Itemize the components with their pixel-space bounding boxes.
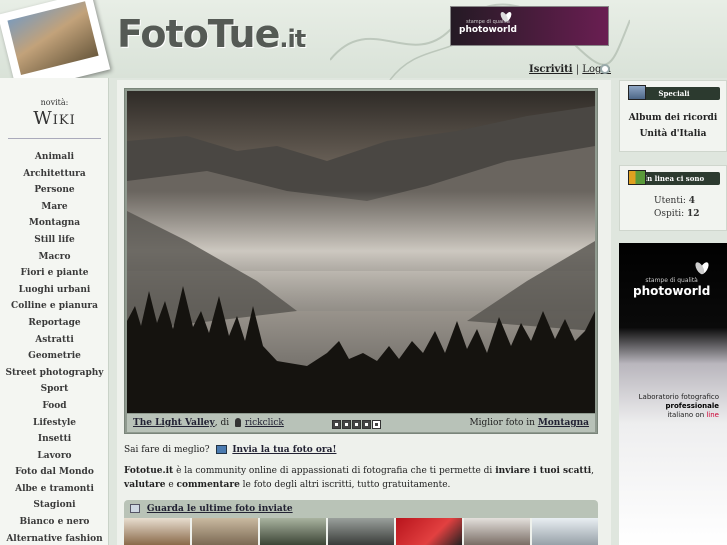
photoworld-flower-icon	[695, 262, 709, 275]
top-banner-ad[interactable]: stampe di qualità photoworld	[450, 6, 609, 46]
category-link[interactable]: Reportage	[0, 315, 109, 332]
upload-photo-icon[interactable]	[216, 445, 228, 454]
photo-thumbnail[interactable]	[124, 518, 190, 545]
sidebar-divider	[8, 138, 101, 139]
category-list: Animali Architettura Persone Mare Montagna St…	[0, 149, 109, 545]
site-logo[interactable]: FotoTue.it	[117, 12, 306, 56]
user-icon	[235, 418, 242, 427]
register-link[interactable]: Iscriviti	[529, 64, 573, 75]
online-users-box: In linea ci sono Utenti: 4 Ospiti: 12	[619, 165, 727, 231]
site-description: Fototue.it è la community online di appa…	[124, 466, 595, 490]
rating-star-icon	[372, 420, 381, 429]
category-link[interactable]: Albe e tramonti	[0, 481, 109, 498]
category-link[interactable]: Fiori e piante	[0, 265, 109, 282]
wiki-link[interactable]: Wiki	[0, 108, 109, 129]
photo-thumbnail[interactable]	[192, 518, 258, 545]
side-banner-text: Laboratorio fotografico professionale it…	[638, 393, 719, 419]
gallery-icon	[130, 504, 140, 513]
category-link[interactable]: Geometrie	[0, 348, 109, 365]
photo-title-link[interactable]: The Light Valley	[133, 418, 215, 428]
photo-thumbnail[interactable]	[260, 518, 326, 545]
rating-star-icon	[362, 420, 371, 429]
specials-box: Speciali Album dei ricordi Unità d'Itali…	[619, 80, 727, 152]
auth-separator: |	[575, 64, 580, 75]
category-link[interactable]: Sport	[0, 381, 109, 398]
photo-thumbnail[interactable]	[328, 518, 394, 545]
special-link-italia[interactable]: Unità d'Italia	[620, 129, 726, 139]
online-guests-count: Ospiti: 12	[654, 209, 700, 219]
online-users-icon	[628, 170, 646, 185]
category-link[interactable]: Bianco e nero	[0, 514, 109, 531]
side-banner-ad[interactable]: stampe di qualità photoworld Laboratorio…	[619, 243, 727, 545]
photo-album-icon	[628, 85, 646, 100]
photo-by-text: , di	[214, 418, 230, 428]
category-link[interactable]: Lifestyle	[0, 415, 109, 432]
wiki-new-label: novità:	[40, 98, 69, 107]
photoworld-flower-icon	[500, 12, 512, 22]
category-link[interactable]: Food	[0, 398, 109, 415]
online-users-count: Utenti: 4	[654, 196, 695, 206]
main-content: The Light Valley, di rickclick Miglior f…	[117, 80, 611, 545]
category-link[interactable]: Animali	[0, 149, 109, 166]
category-link[interactable]: Alternative fashion	[0, 531, 109, 545]
cta-question: Sai fare di meglio?	[124, 445, 210, 455]
login-toggle-icon[interactable]	[600, 64, 610, 74]
category-link[interactable]: Montagna	[0, 215, 109, 232]
best-photo-label: Miglior foto in Montagna	[469, 418, 589, 428]
category-link[interactable]: Luoghi urbani	[0, 282, 109, 299]
category-link[interactable]: Lavoro	[0, 448, 109, 465]
auth-links: Iscriviti | Login	[529, 64, 611, 75]
photo-thumbnail[interactable]	[532, 518, 598, 545]
photo-author-link[interactable]: rickclick	[245, 418, 284, 428]
category-link[interactable]: Macro	[0, 249, 109, 266]
category-link[interactable]: Astratti	[0, 332, 109, 349]
rating-star-icon	[342, 420, 351, 429]
latest-thumbnails	[124, 518, 598, 545]
cta-line: Sai fare di meglio? Invia la tua foto or…	[124, 445, 336, 455]
category-link[interactable]: Colline e pianura	[0, 298, 109, 315]
category-link[interactable]: Mare	[0, 199, 109, 216]
rating-star-icon	[332, 420, 341, 429]
best-category-link[interactable]: Montagna	[538, 418, 589, 428]
photo-thumbnail[interactable]	[396, 518, 462, 545]
latest-photos-link[interactable]: Guarda le ultime foto inviate	[147, 504, 293, 514]
category-link[interactable]: Insetti	[0, 431, 109, 448]
category-link[interactable]: Stagioni	[0, 497, 109, 514]
site-header: FotoTue.it stampe di qualità photoworld	[0, 0, 727, 93]
category-sidebar: novità: Wiki Animali Architettura Persone M…	[0, 78, 109, 545]
rating-star-icon	[352, 420, 361, 429]
category-link[interactable]: Architettura	[0, 166, 109, 183]
category-link[interactable]: Still life	[0, 232, 109, 249]
special-link-album[interactable]: Album dei ricordi	[620, 113, 726, 123]
featured-caption: The Light Valley, di rickclick Miglior f…	[127, 414, 595, 432]
category-link[interactable]: Foto dal Mondo	[0, 464, 109, 481]
featured-photo-frame: The Light Valley, di rickclick Miglior f…	[124, 88, 598, 434]
rating-stars	[332, 418, 382, 429]
category-link[interactable]: Street photography	[0, 365, 109, 382]
photo-thumbnail[interactable]	[464, 518, 530, 545]
send-photo-link[interactable]: Invia la tua foto ora!	[232, 445, 336, 455]
latest-photos-bar: Guarda le ultime foto inviate	[124, 500, 598, 518]
category-link[interactable]: Persone	[0, 182, 109, 199]
featured-photo[interactable]	[127, 91, 595, 413]
